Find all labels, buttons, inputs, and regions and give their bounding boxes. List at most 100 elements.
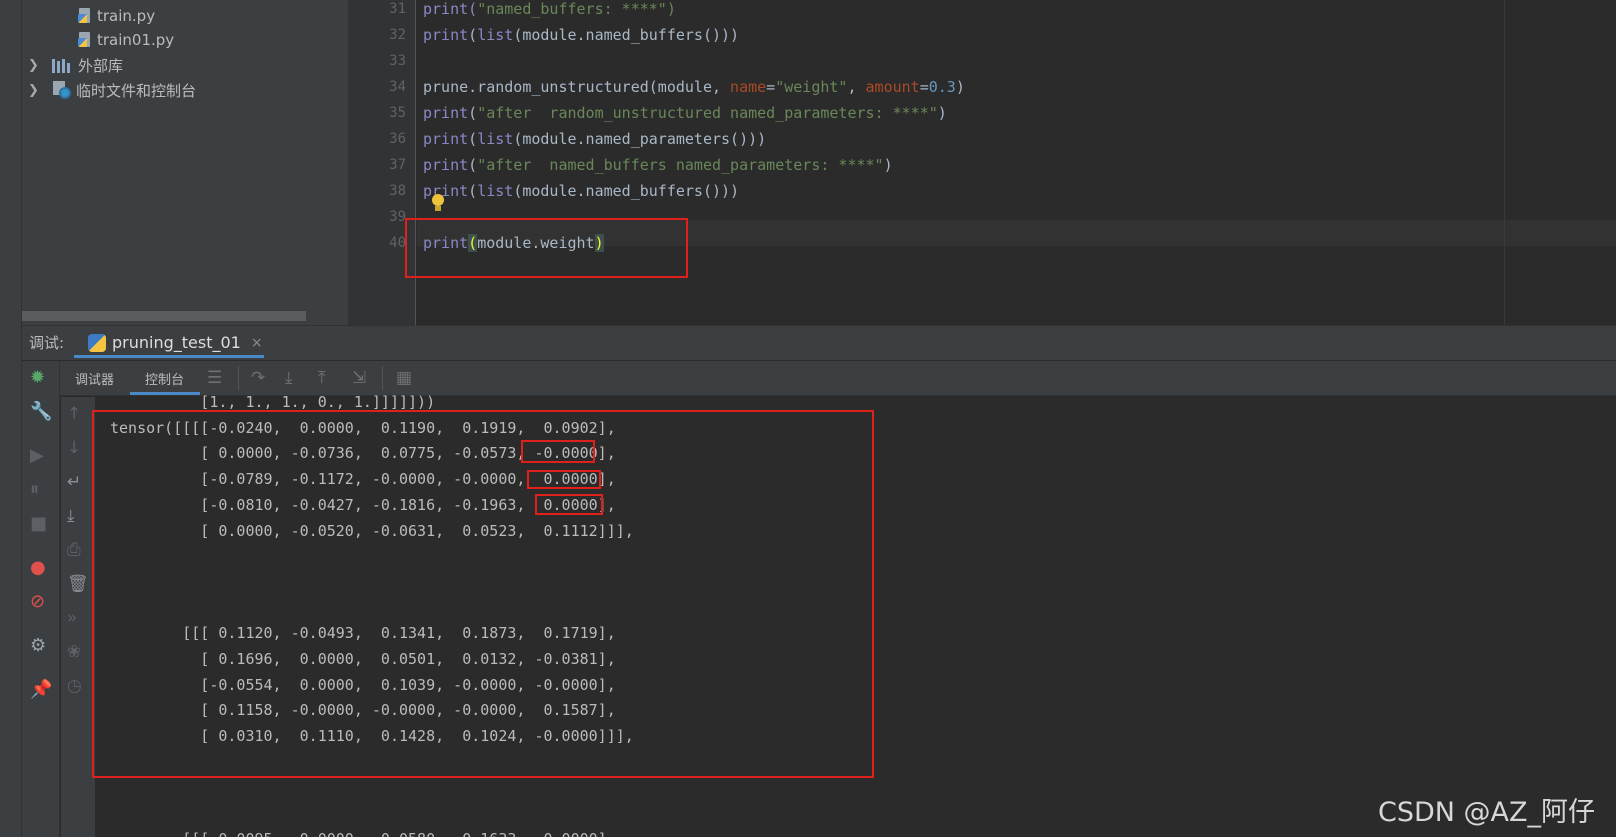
tree-file-train01[interactable]: train01.py xyxy=(78,28,174,52)
scratches-icon xyxy=(52,81,72,99)
arrow-down-icon[interactable]: ↓ xyxy=(67,438,81,458)
line-number[interactable]: 32 xyxy=(348,27,406,43)
code-token: ( xyxy=(468,104,478,122)
tree-file-label: train.py xyxy=(97,7,156,25)
close-icon[interactable]: × xyxy=(251,335,263,351)
debug-window-title: 调试: xyxy=(29,334,65,352)
code-token: ( xyxy=(468,26,478,44)
run-to-cursor-icon[interactable]: ⇲ xyxy=(352,368,366,388)
left-tool-strip xyxy=(0,0,22,837)
console-line: [[[ 0.0095, 0.0000, 0.0580, -0.1633, -0.… xyxy=(110,830,616,837)
code-token: print xyxy=(423,156,469,174)
soft-wrap-icon[interactable]: ↵ xyxy=(67,472,81,492)
debug-toolbar xyxy=(60,361,1616,396)
code-token: ( xyxy=(468,130,478,148)
code-token: ( xyxy=(468,156,478,174)
toolbar-divider xyxy=(382,366,383,390)
code-token: , xyxy=(847,78,866,96)
code-token: name xyxy=(730,78,767,96)
line-number[interactable]: 36 xyxy=(348,131,406,147)
gear-icon[interactable]: ⚙ xyxy=(30,636,46,656)
tree-node-external-libraries[interactable]: ❯ 外部库 xyxy=(28,53,123,77)
tab-console[interactable]: 控制台 xyxy=(145,369,184,388)
code-token: "weight" xyxy=(775,78,848,96)
line-number[interactable]: 34 xyxy=(348,79,406,95)
code-token: prune.random_unstructured(module, xyxy=(423,78,731,96)
line-number[interactable]: 37 xyxy=(348,157,406,173)
tree-node-label: 外部库 xyxy=(78,56,124,75)
evaluate-expression-icon[interactable]: ▦ xyxy=(396,368,412,388)
lightbulb-icon[interactable] xyxy=(431,194,445,214)
code-token: print( xyxy=(423,0,478,18)
execute-icon[interactable]: » xyxy=(67,608,77,628)
code-token: list xyxy=(477,182,514,200)
annotation-box-print-weight xyxy=(405,218,688,278)
chevron-right-icon[interactable]: ❯ xyxy=(28,58,42,73)
bug-icon[interactable]: ✹ xyxy=(30,368,45,388)
code-line[interactable]: print("after named_buffers named_paramet… xyxy=(423,154,893,176)
code-line[interactable]: print("named_buffers: ****") xyxy=(423,0,676,20)
debug-session-label: pruning_test_01 xyxy=(112,333,241,352)
line-number[interactable]: 35 xyxy=(348,105,406,121)
view-breakpoints-icon[interactable]: ● xyxy=(30,558,46,578)
code-token: list xyxy=(477,26,514,44)
python-file-icon xyxy=(78,32,92,48)
code-token: = xyxy=(919,78,929,96)
line-number[interactable]: 33 xyxy=(348,53,406,69)
code-token: amount xyxy=(865,78,920,96)
debug-session-tab[interactable]: pruning_test_01 × xyxy=(88,327,263,358)
code-line[interactable]: print("after random_unstructured named_p… xyxy=(423,102,947,124)
mute-breakpoints-icon[interactable]: ⊘ xyxy=(30,592,45,612)
code-token: 0.3 xyxy=(928,78,956,96)
tab-debugger[interactable]: 调试器 xyxy=(75,369,114,388)
line-number[interactable]: 40 xyxy=(348,235,406,251)
trash-icon[interactable]: 🗑 xyxy=(67,574,89,594)
library-icon xyxy=(52,57,72,73)
code-token: print xyxy=(423,182,469,200)
code-token: ) xyxy=(883,156,893,174)
tree-node-label: 临时文件和控制台 xyxy=(76,81,197,100)
annotation-box-zero-1 xyxy=(521,440,595,463)
pause-icon[interactable]: ⏸ xyxy=(30,480,39,500)
console-line: [1., 1., 1., 0., 1.]]]]])) xyxy=(110,393,436,411)
code-token: "named_buffers: ****") xyxy=(477,0,676,18)
threads-icon[interactable]: ☰ xyxy=(207,368,222,388)
code-token: (module.named_buffers())) xyxy=(513,182,740,200)
line-number[interactable]: 31 xyxy=(348,1,406,17)
scroll-to-end-icon[interactable]: ⤓ xyxy=(67,506,75,526)
active-tab-indicator xyxy=(74,355,264,358)
code-line[interactable]: print(list(module.named_parameters())) xyxy=(423,128,766,150)
pin-icon[interactable]: 📌 xyxy=(30,680,52,700)
annotation-box-zero-2 xyxy=(527,470,601,489)
history-icon[interactable]: ◷ xyxy=(67,676,82,696)
code-token: ( xyxy=(468,182,478,200)
step-into-icon[interactable]: ⤓ xyxy=(285,368,293,388)
annotation-box-tensor-output xyxy=(92,410,874,778)
project-panel xyxy=(22,0,348,325)
tree-file-train[interactable]: train.py xyxy=(78,4,155,28)
arrow-up-icon[interactable]: ↑ xyxy=(67,404,81,424)
code-token: ) xyxy=(955,78,965,96)
code-line[interactable]: print(list(module.named_buffers())) xyxy=(423,180,739,202)
python-console-icon[interactable]: ❀ xyxy=(67,642,81,662)
project-horizontal-scrollbar[interactable] xyxy=(22,311,306,321)
code-token: "after named_buffers named_parameters: *… xyxy=(477,156,884,174)
chevron-right-icon[interactable]: ❯ xyxy=(28,83,42,98)
tree-node-scratches[interactable]: ❯ 临时文件和控制台 xyxy=(28,78,196,102)
code-token: print xyxy=(423,104,469,122)
code-token: ) xyxy=(937,104,947,122)
code-line[interactable]: prune.random_unstructured(module, name = "… xyxy=(423,76,965,98)
resume-icon[interactable]: ▶ xyxy=(30,446,44,466)
step-out-icon[interactable]: ⤒ xyxy=(318,368,326,388)
line-number[interactable]: 38 xyxy=(348,183,406,199)
code-line[interactable]: print(list(module.named_buffers())) xyxy=(423,24,739,46)
right-margin-guide xyxy=(1504,0,1505,325)
wrench-icon[interactable]: 🔧 xyxy=(30,402,52,422)
python-file-icon xyxy=(78,8,92,24)
print-icon[interactable]: ⎙ xyxy=(67,540,81,560)
stop-icon[interactable]: ■ xyxy=(30,514,47,534)
line-number[interactable]: 39 xyxy=(348,209,406,225)
code-token: (module.named_buffers())) xyxy=(513,26,740,44)
step-over-icon[interactable]: ↷ xyxy=(251,368,265,388)
code-token: (module.named_parameters())) xyxy=(513,130,767,148)
